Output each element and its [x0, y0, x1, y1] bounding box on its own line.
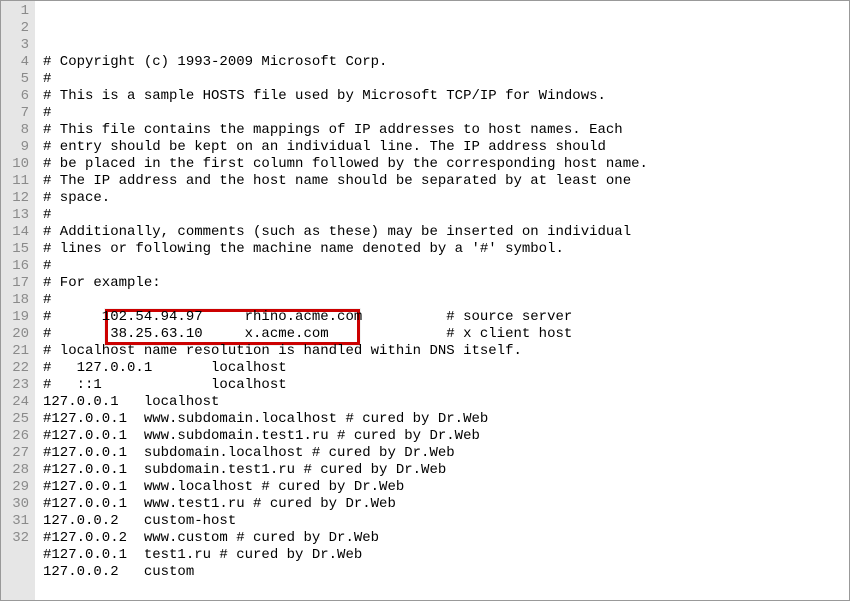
line-number: 17 — [9, 275, 29, 292]
line-number: 26 — [9, 428, 29, 445]
line-number: 1 — [9, 3, 29, 20]
code-line[interactable]: #127.0.0.1 www.subdomain.localhost # cur… — [35, 411, 849, 428]
code-line[interactable]: 127.0.0.2 custom — [35, 564, 849, 581]
line-number: 5 — [9, 71, 29, 88]
code-line[interactable]: # entry should be kept on an individual … — [35, 139, 849, 156]
line-number: 25 — [9, 411, 29, 428]
code-line[interactable]: #127.0.0.1 test1.ru # cured by Dr.Web — [35, 547, 849, 564]
line-number: 11 — [9, 173, 29, 190]
code-area[interactable]: # Copyright (c) 1993-2009 Microsoft Corp… — [35, 1, 849, 600]
line-number: 9 — [9, 139, 29, 156]
line-number: 14 — [9, 224, 29, 241]
line-number: 21 — [9, 343, 29, 360]
code-editor[interactable]: 1234567891011121314151617181920212223242… — [1, 1, 849, 600]
line-number: 30 — [9, 496, 29, 513]
code-line[interactable]: # — [35, 292, 849, 309]
code-line[interactable]: # The IP address and the host name shoul… — [35, 173, 849, 190]
code-line[interactable]: 127.0.0.2 custom-host — [35, 513, 849, 530]
line-number: 13 — [9, 207, 29, 224]
code-line[interactable]: # Additionally, comments (such as these)… — [35, 224, 849, 241]
line-number: 10 — [9, 156, 29, 173]
code-line[interactable]: # This file contains the mappings of IP … — [35, 122, 849, 139]
code-line[interactable]: # This is a sample HOSTS file used by Mi… — [35, 88, 849, 105]
line-number-gutter: 1234567891011121314151617181920212223242… — [1, 1, 35, 600]
code-line[interactable]: #127.0.0.1 subdomain.localhost # cured b… — [35, 445, 849, 462]
code-line[interactable]: # 38.25.63.10 x.acme.com # x client host — [35, 326, 849, 343]
line-number: 32 — [9, 530, 29, 547]
code-line[interactable]: # — [35, 207, 849, 224]
line-number: 2 — [9, 20, 29, 37]
line-number: 15 — [9, 241, 29, 258]
line-number: 27 — [9, 445, 29, 462]
code-line[interactable]: #127.0.0.1 www.test1.ru # cured by Dr.We… — [35, 496, 849, 513]
code-line[interactable]: # 102.54.94.97 rhino.acme.com # source s… — [35, 309, 849, 326]
line-number: 28 — [9, 462, 29, 479]
line-number: 19 — [9, 309, 29, 326]
code-line[interactable]: #127.0.0.1 www.localhost # cured by Dr.W… — [35, 479, 849, 496]
line-number: 3 — [9, 37, 29, 54]
code-line[interactable]: # For example: — [35, 275, 849, 292]
code-line[interactable]: # — [35, 258, 849, 275]
code-line[interactable]: #127.0.0.1 www.subdomain.test1.ru # cure… — [35, 428, 849, 445]
code-line[interactable]: #127.0.0.1 subdomain.test1.ru # cured by… — [35, 462, 849, 479]
line-number: 31 — [9, 513, 29, 530]
code-line[interactable]: # — [35, 105, 849, 122]
line-number: 4 — [9, 54, 29, 71]
code-line[interactable] — [35, 581, 849, 598]
code-line[interactable]: # lines or following the machine name de… — [35, 241, 849, 258]
code-line[interactable]: # be placed in the first column followed… — [35, 156, 849, 173]
code-line[interactable]: # — [35, 71, 849, 88]
code-line[interactable]: # ::1 localhost — [35, 377, 849, 394]
code-line[interactable]: #127.0.0.2 www.custom # cured by Dr.Web — [35, 530, 849, 547]
line-number: 24 — [9, 394, 29, 411]
line-number: 18 — [9, 292, 29, 309]
line-number: 7 — [9, 105, 29, 122]
line-number: 12 — [9, 190, 29, 207]
line-number: 22 — [9, 360, 29, 377]
line-number: 8 — [9, 122, 29, 139]
line-number: 16 — [9, 258, 29, 275]
code-line[interactable]: # 127.0.0.1 localhost — [35, 360, 849, 377]
code-line[interactable]: 127.0.0.1 localhost — [35, 394, 849, 411]
code-line[interactable]: # space. — [35, 190, 849, 207]
line-number: 29 — [9, 479, 29, 496]
code-line[interactable]: # Copyright (c) 1993-2009 Microsoft Corp… — [35, 54, 849, 71]
line-number: 6 — [9, 88, 29, 105]
line-number: 20 — [9, 326, 29, 343]
line-number: 23 — [9, 377, 29, 394]
code-line[interactable]: # localhost name resolution is handled w… — [35, 343, 849, 360]
